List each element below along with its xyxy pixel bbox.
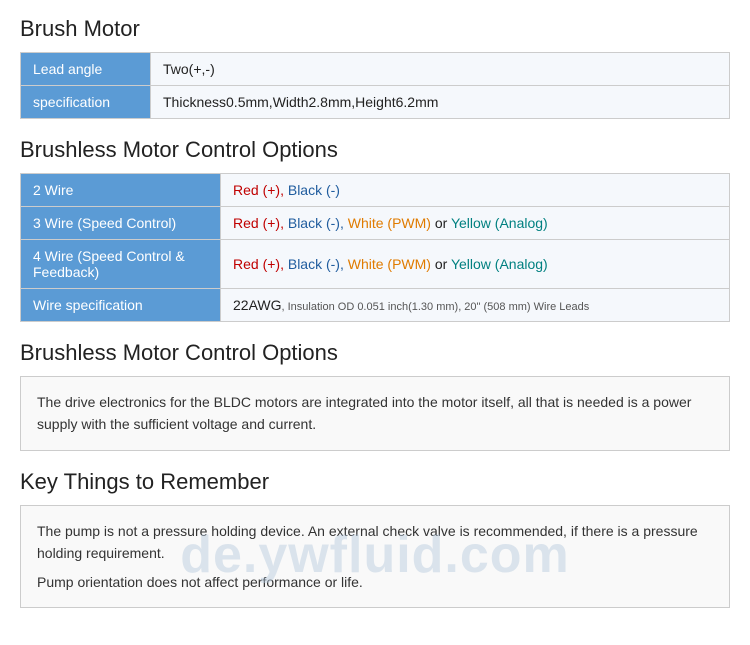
or-text-4: or bbox=[431, 256, 451, 272]
table-row: 2 Wire Red (+), Black (-) bbox=[21, 174, 730, 207]
awg-text: 22AWG bbox=[233, 297, 282, 313]
table-row: Wire specification 22AWG, Insulation OD … bbox=[21, 289, 730, 322]
brush-motor-title: Brush Motor bbox=[20, 16, 730, 42]
red-text-3: Red (+), bbox=[233, 215, 288, 231]
table-row: 3 Wire (Speed Control) Red (+), Black (-… bbox=[21, 207, 730, 240]
lead-angle-value: Two(+,-) bbox=[151, 53, 730, 86]
3wire-value: Red (+), Black (-), White (PWM) or Yello… bbox=[221, 207, 730, 240]
page-content: Brush Motor Lead angle Two(+,-) specific… bbox=[0, 0, 750, 642]
2wire-label: 2 Wire bbox=[21, 174, 221, 207]
2wire-value: Red (+), Black (-) bbox=[221, 174, 730, 207]
white-text-4: White (PWM) bbox=[348, 256, 431, 272]
brushless-options-2-title: Brushless Motor Control Options bbox=[20, 340, 730, 366]
table-row: 4 Wire (Speed Control & Feedback) Red (+… bbox=[21, 240, 730, 289]
red-text-4: Red (+), bbox=[233, 256, 288, 272]
red-text: Red (+), bbox=[233, 182, 288, 198]
table-row: Lead angle Two(+,-) bbox=[21, 53, 730, 86]
specification-value: Thickness0.5mm,Width2.8mm,Height6.2mm bbox=[151, 86, 730, 119]
key-things-title: Key Things to Remember bbox=[20, 469, 730, 495]
key-things-line-1: The pump is not a pressure holding devic… bbox=[37, 520, 713, 565]
4wire-label: 4 Wire (Speed Control & Feedback) bbox=[21, 240, 221, 289]
brush-motor-table: Lead angle Two(+,-) specification Thickn… bbox=[20, 52, 730, 119]
black-text-4: Black (-), bbox=[288, 256, 348, 272]
brushless-options-table-1: 2 Wire Red (+), Black (-) 3 Wire (Speed … bbox=[20, 173, 730, 322]
key-things-line-2: Pump orientation does not affect perform… bbox=[37, 571, 713, 593]
4wire-value: Red (+), Black (-), White (PWM) or Yello… bbox=[221, 240, 730, 289]
black-text: Black (-) bbox=[288, 182, 340, 198]
3wire-label: 3 Wire (Speed Control) bbox=[21, 207, 221, 240]
yellow-text-4: Yellow (Analog) bbox=[451, 256, 548, 272]
table-row: specification Thickness0.5mm,Width2.8mm,… bbox=[21, 86, 730, 119]
yellow-text-3: Yellow (Analog) bbox=[451, 215, 548, 231]
black-text-3: Black (-), bbox=[288, 215, 348, 231]
or-text-3: or bbox=[431, 215, 451, 231]
lead-angle-label: Lead angle bbox=[21, 53, 151, 86]
wire-detail-text: , Insulation OD 0.051 inch(1.30 mm), 20"… bbox=[282, 301, 590, 313]
specification-label: specification bbox=[21, 86, 151, 119]
brushless-description-text: The drive electronics for the BLDC motor… bbox=[37, 394, 691, 432]
white-text-3: White (PWM) bbox=[348, 215, 431, 231]
wire-spec-value: 22AWG, Insulation OD 0.051 inch(1.30 mm)… bbox=[221, 289, 730, 322]
wire-spec-label: Wire specification bbox=[21, 289, 221, 322]
brushless-description-box: The drive electronics for the BLDC motor… bbox=[20, 376, 730, 451]
key-things-box: The pump is not a pressure holding devic… bbox=[20, 505, 730, 608]
brushless-options-1-title: Brushless Motor Control Options bbox=[20, 137, 730, 163]
